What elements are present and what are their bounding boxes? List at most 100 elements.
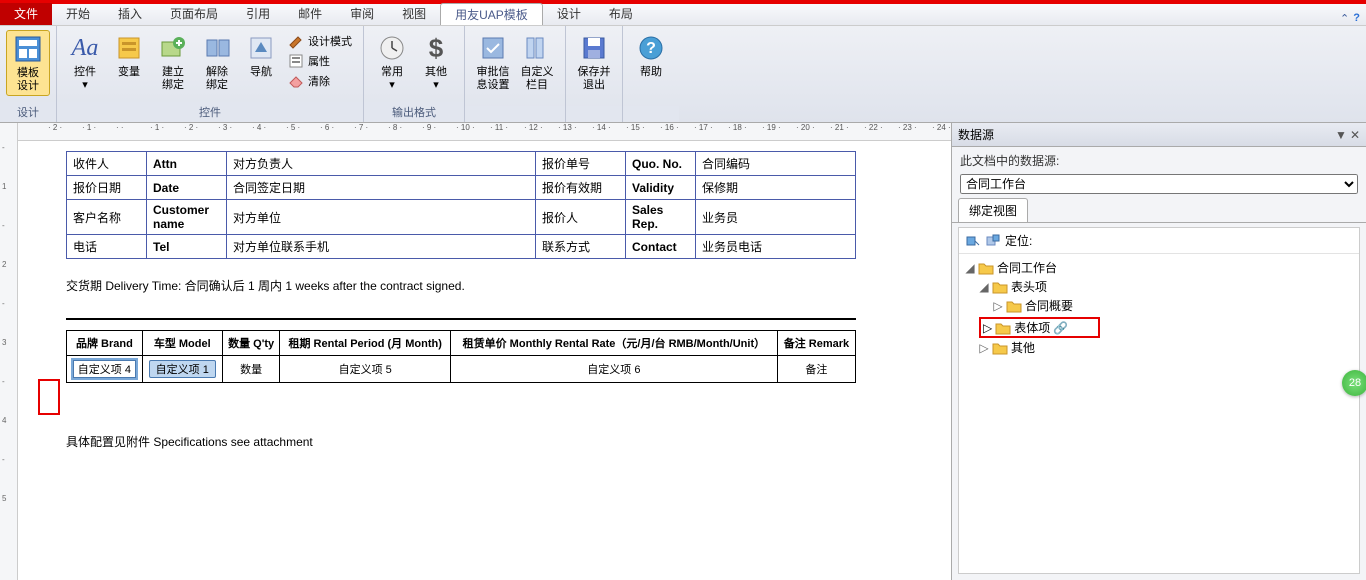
info-cell[interactable]: Customer name bbox=[147, 200, 227, 235]
header-info-table[interactable]: 收件人Attn对方负责人报价单号Quo. No.合同编码报价日期Date合同签定… bbox=[66, 151, 856, 259]
bind-view-tab[interactable]: 绑定视图 bbox=[958, 198, 1028, 222]
info-cell[interactable]: Sales Rep. bbox=[626, 200, 696, 235]
info-cell[interactable]: 收件人 bbox=[67, 152, 147, 176]
save-icon bbox=[578, 32, 610, 64]
tab-uap-template[interactable]: 用友UAP模板 bbox=[440, 3, 543, 25]
body-cell[interactable]: 自定义项 5 bbox=[280, 356, 450, 383]
properties-button[interactable]: 属性 bbox=[285, 52, 355, 70]
help-button[interactable]: ? 帮助 bbox=[629, 30, 673, 81]
ribbon: 模板 设计 设计 Aa 控件 ▾ 变量 建立 绑定 解除 绑定 bbox=[0, 26, 1366, 123]
body-cell[interactable]: 自定义项 1 bbox=[142, 356, 222, 383]
tree-other[interactable]: ▷ 其他 bbox=[979, 338, 1353, 357]
info-cell[interactable]: 客户名称 bbox=[67, 200, 147, 235]
group-controls-label: 控件 bbox=[57, 102, 363, 122]
info-cell[interactable]: 报价人 bbox=[536, 200, 626, 235]
custom-column-button[interactable]: 自定义 栏目 bbox=[515, 30, 559, 94]
body-cell[interactable]: 自定义项 6 bbox=[450, 356, 777, 383]
info-cell[interactable]: 对方单位 bbox=[227, 200, 536, 235]
remove-bind-icon bbox=[201, 32, 233, 64]
body-cell[interactable]: 自定义项 4 bbox=[67, 356, 143, 383]
tab-page-layout[interactable]: 页面布局 bbox=[156, 3, 232, 25]
folder-icon bbox=[978, 261, 994, 275]
info-cell[interactable]: 业务员 bbox=[696, 200, 856, 235]
folder-icon bbox=[992, 341, 1008, 355]
tree-root[interactable]: ◢ 合同工作台 bbox=[965, 258, 1353, 277]
template-design-icon bbox=[12, 33, 44, 65]
custom-column-icon bbox=[521, 32, 553, 64]
info-cell[interactable]: 保修期 bbox=[696, 176, 856, 200]
variable-icon bbox=[113, 32, 145, 64]
info-cell[interactable]: 联系方式 bbox=[536, 235, 626, 259]
navigate-button[interactable]: 导航 bbox=[239, 30, 283, 81]
info-cell[interactable]: Date bbox=[147, 176, 227, 200]
ribbon-tabs: 文件 开始 插入 页面布局 引用 邮件 审阅 视图 用友UAP模板 设计 布局 … bbox=[0, 4, 1366, 26]
notification-badge[interactable]: 28 bbox=[1342, 370, 1366, 396]
body-header[interactable]: 租赁单价 Monthly Rental Rate（元/月/台 RMB/Month… bbox=[450, 331, 777, 356]
tree-expand-icon[interactable] bbox=[965, 233, 981, 249]
ribbon-minimize-icon[interactable]: ⌃ bbox=[1340, 12, 1349, 25]
document-area[interactable]: 收件人Attn对方负责人报价单号Quo. No.合同编码报价日期Date合同签定… bbox=[18, 141, 951, 580]
info-cell[interactable]: Quo. No. bbox=[626, 152, 696, 176]
clear-icon bbox=[288, 73, 304, 89]
body-cell[interactable]: 数量 bbox=[222, 356, 280, 383]
info-cell[interactable]: Validity bbox=[626, 176, 696, 200]
common-button[interactable]: 常用 ▾ bbox=[370, 30, 414, 94]
tab-layout[interactable]: 布局 bbox=[595, 3, 647, 25]
info-cell[interactable]: Tel bbox=[147, 235, 227, 259]
approve-button[interactable]: 审批信 息设置 bbox=[471, 30, 515, 94]
tab-home[interactable]: 开始 bbox=[52, 3, 104, 25]
info-cell[interactable]: 业务员电话 bbox=[696, 235, 856, 259]
horizontal-ruler: · 2 ·· 1 ·· ·· 1 ·· 2 ·· 3 ·· 4 ·· 5 ·· … bbox=[18, 123, 951, 141]
create-bind-icon bbox=[157, 32, 189, 64]
tab-review[interactable]: 审阅 bbox=[336, 3, 388, 25]
tree-collapse-icon[interactable] bbox=[985, 233, 1001, 249]
remove-bind-button[interactable]: 解除 绑定 bbox=[195, 30, 239, 94]
tab-insert[interactable]: 插入 bbox=[104, 3, 156, 25]
tree-body-items-highlighted[interactable]: ▷ 表体项 🔗 bbox=[979, 317, 1100, 338]
variable-button[interactable]: 变量 bbox=[107, 30, 151, 81]
design-mode-button[interactable]: 设计模式 bbox=[285, 32, 355, 50]
info-cell[interactable]: 合同编码 bbox=[696, 152, 856, 176]
panel-dropdown-icon[interactable]: ▼ bbox=[1335, 128, 1347, 142]
group-output-label: 输出格式 bbox=[364, 102, 464, 122]
clear-button[interactable]: 清除 bbox=[285, 72, 355, 90]
template-design-button[interactable]: 模板 设计 bbox=[6, 30, 50, 96]
info-cell[interactable]: 对方负责人 bbox=[227, 152, 536, 176]
font-button[interactable]: Aa 控件 ▾ bbox=[63, 30, 107, 94]
tab-view[interactable]: 视图 bbox=[388, 3, 440, 25]
svg-text:?: ? bbox=[646, 40, 656, 57]
info-cell[interactable]: Attn bbox=[147, 152, 227, 176]
body-table[interactable]: 品牌 Brand车型 Model数量 Q'ty租期 Rental Period … bbox=[66, 330, 856, 383]
help-icon[interactable]: ? bbox=[1353, 12, 1360, 25]
body-header[interactable]: 租期 Rental Period (月 Month) bbox=[280, 331, 450, 356]
info-cell[interactable]: 对方单位联系手机 bbox=[227, 235, 536, 259]
vertical-ruler: -1-2-3-4-5 bbox=[0, 123, 18, 580]
info-cell[interactable]: 报价日期 bbox=[67, 176, 147, 200]
approve-icon bbox=[477, 32, 509, 64]
data-source-select[interactable]: 合同工作台 bbox=[960, 174, 1358, 194]
tab-mail[interactable]: 邮件 bbox=[284, 3, 336, 25]
font-icon: Aa bbox=[69, 32, 101, 64]
info-cell[interactable]: 报价有效期 bbox=[536, 176, 626, 200]
row-highlight-marker bbox=[38, 379, 60, 415]
body-cell[interactable]: 备注 bbox=[777, 356, 855, 383]
tree-header-items[interactable]: ◢ 表头项 bbox=[979, 277, 1353, 296]
panel-close-icon[interactable]: ✕ bbox=[1350, 128, 1360, 142]
tab-file[interactable]: 文件 bbox=[0, 3, 52, 25]
tree-contract-summary[interactable]: ▷ 合同概要 bbox=[993, 296, 1353, 315]
body-header[interactable]: 备注 Remark bbox=[777, 331, 855, 356]
info-cell[interactable]: Contact bbox=[626, 235, 696, 259]
delivery-text: 交货期 Delivery Time: 合同确认后 1 周内 1 weeks af… bbox=[66, 277, 921, 294]
tab-design[interactable]: 设计 bbox=[543, 3, 595, 25]
body-header[interactable]: 数量 Q'ty bbox=[222, 331, 280, 356]
info-cell[interactable]: 电话 bbox=[67, 235, 147, 259]
info-cell[interactable]: 合同签定日期 bbox=[227, 176, 536, 200]
tab-reference[interactable]: 引用 bbox=[232, 3, 284, 25]
create-bind-button[interactable]: 建立 绑定 bbox=[151, 30, 195, 94]
body-header[interactable]: 品牌 Brand bbox=[67, 331, 143, 356]
other-format-button[interactable]: $ 其他 ▾ bbox=[414, 30, 458, 94]
save-exit-button[interactable]: 保存并 退出 bbox=[572, 30, 616, 94]
body-header[interactable]: 车型 Model bbox=[142, 331, 222, 356]
info-cell[interactable]: 报价单号 bbox=[536, 152, 626, 176]
group-design-label: 设计 bbox=[0, 102, 56, 122]
